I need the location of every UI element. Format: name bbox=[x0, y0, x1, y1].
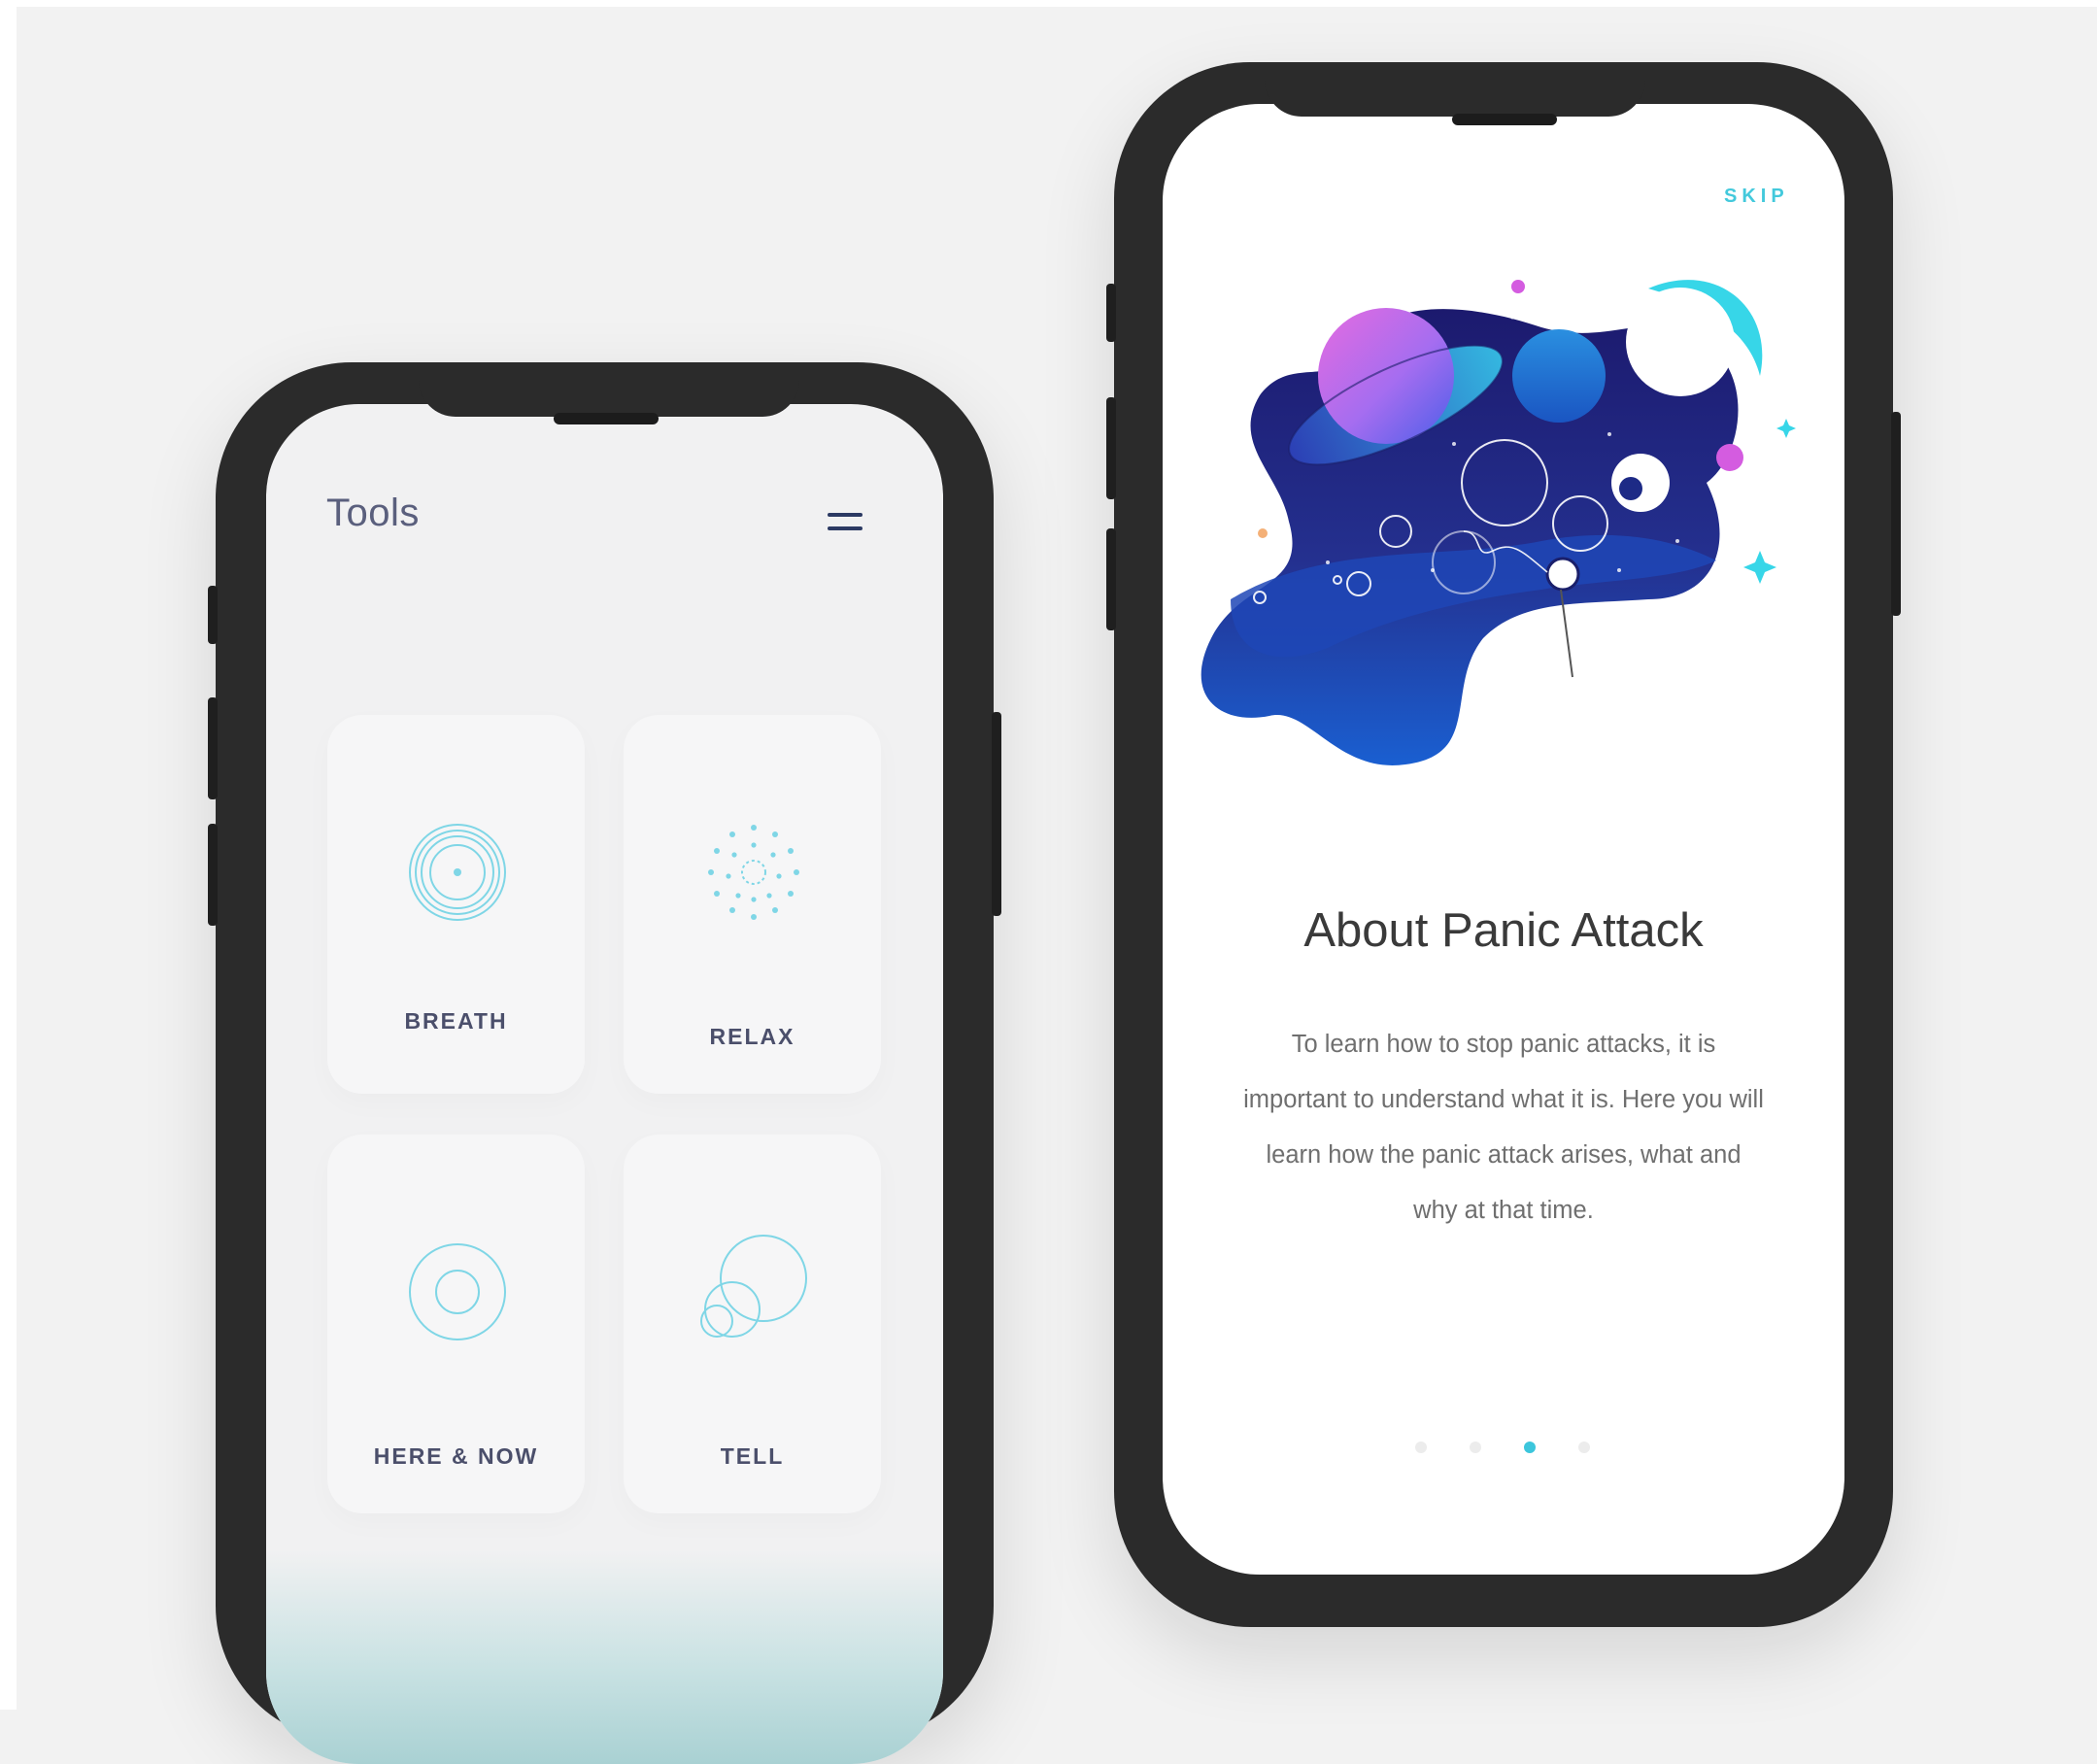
mute-switch bbox=[208, 586, 218, 644]
power-button bbox=[1891, 412, 1901, 616]
page-indicator bbox=[1415, 1442, 1600, 1457]
tool-card-label: TELL bbox=[720, 1443, 785, 1469]
space-planets-illustration bbox=[1201, 280, 1796, 765]
volume-down-button bbox=[208, 824, 218, 926]
phone-onboarding: SKIP About Panic Attack To learn how to … bbox=[1106, 62, 1901, 1627]
page-title: Tools bbox=[326, 492, 420, 534]
speaker-grille bbox=[1452, 114, 1557, 125]
tools-screen: Tools BREATH RELAX HERE & NOW TELL bbox=[266, 404, 943, 1764]
power-button bbox=[992, 712, 1001, 916]
concentric-rings-icon bbox=[409, 824, 506, 921]
page-dot[interactable] bbox=[1415, 1442, 1427, 1453]
tool-card-relax[interactable]: RELAX bbox=[624, 715, 881, 1094]
hamburger-menu-icon[interactable] bbox=[828, 509, 864, 538]
mute-switch bbox=[1106, 284, 1116, 342]
overlapping-circles-icon bbox=[700, 1235, 807, 1338]
target-circle-icon bbox=[409, 1243, 506, 1340]
tool-card-tell[interactable]: TELL bbox=[624, 1135, 881, 1513]
tool-card-here-and-now[interactable]: HERE & NOW bbox=[327, 1135, 585, 1513]
page-dot[interactable] bbox=[1578, 1442, 1590, 1453]
tool-card-label: RELAX bbox=[709, 1024, 795, 1049]
dotted-burst-icon bbox=[708, 825, 799, 920]
page-dot-active[interactable] bbox=[1524, 1442, 1536, 1453]
bottom-fade bbox=[266, 1550, 943, 1764]
tool-card-label: BREATH bbox=[404, 1008, 508, 1034]
onboarding-headline: About Panic Attack bbox=[1303, 904, 1704, 957]
notch bbox=[419, 362, 799, 417]
volume-up-button bbox=[208, 697, 218, 799]
page-dot[interactable] bbox=[1470, 1442, 1481, 1453]
speaker-grille bbox=[554, 413, 659, 424]
volume-down-button bbox=[1106, 528, 1116, 630]
onboarding-body: To learn how to stop panic attacks, it i… bbox=[1243, 1031, 1764, 1224]
phone-tools: Tools BREATH RELAX HERE & NOW TELL bbox=[208, 362, 1001, 1764]
volume-up-button bbox=[1106, 397, 1116, 499]
onboarding-screen: SKIP About Panic Attack To learn how to … bbox=[1163, 104, 1844, 1575]
tool-card-breath[interactable]: BREATH bbox=[327, 715, 585, 1094]
notch bbox=[1265, 62, 1645, 117]
skip-button[interactable]: SKIP bbox=[1724, 186, 1789, 208]
tool-card-label: HERE & NOW bbox=[373, 1443, 539, 1469]
